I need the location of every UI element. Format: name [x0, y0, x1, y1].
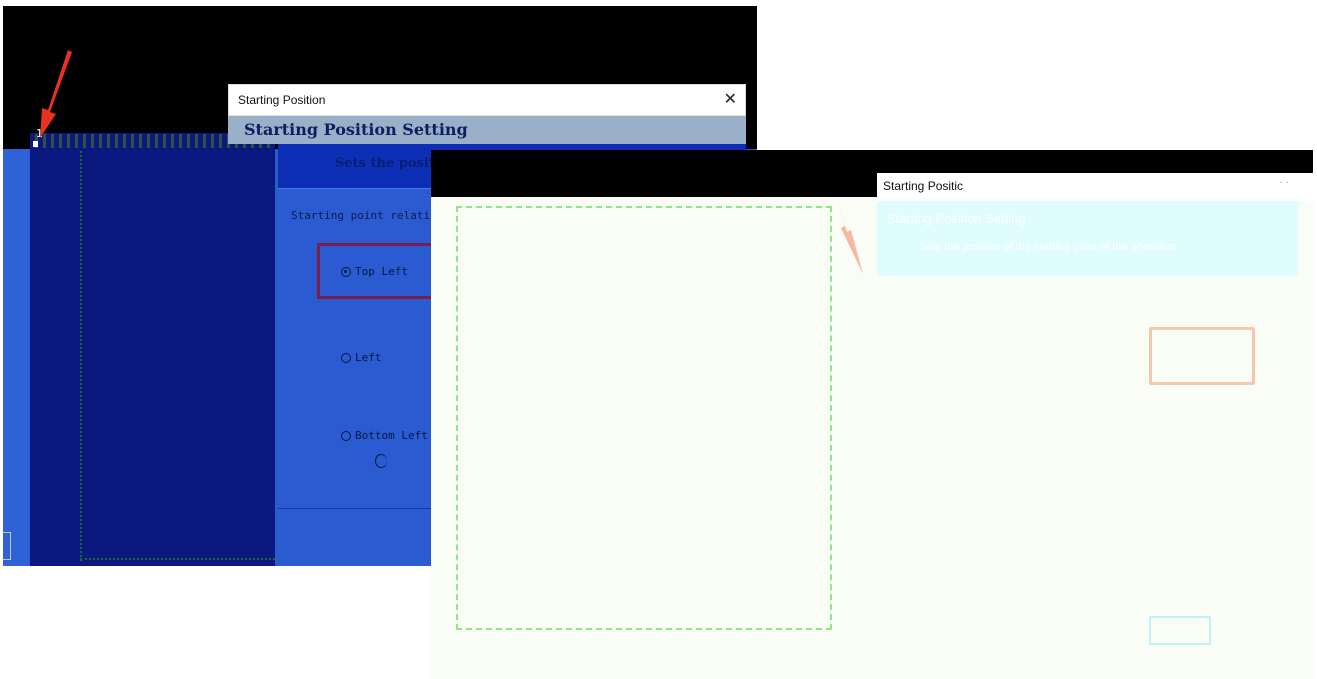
dialog-title: Starting Position — [238, 93, 326, 107]
option-label: Left — [355, 351, 382, 364]
dialog-title: Starting Positic — [883, 179, 964, 193]
close-icon[interactable]: · · — [1280, 177, 1289, 188]
dialog-header: Starting Position Setting Sets the posit… — [877, 201, 1298, 276]
dialog-header: Starting Position Setting — [228, 116, 746, 144]
orange-arrow-annotation — [837, 198, 863, 274]
panel-control[interactable] — [3, 532, 11, 560]
canvas-vertical-guide — [80, 151, 82, 561]
dialog-titlebar: Starting Positic · · — [877, 173, 1313, 201]
dialog-button[interactable] — [1149, 616, 1211, 645]
design-canvas-outline[interactable] — [456, 206, 832, 630]
option-bottom-left[interactable]: Bottom Left — [341, 429, 428, 442]
close-icon[interactable]: ✕ — [724, 89, 737, 109]
partial-radio-icon[interactable] — [375, 454, 387, 468]
option-left[interactable]: Left — [341, 351, 382, 364]
origin-marker[interactable] — [33, 141, 38, 147]
radio-selected-icon[interactable] — [341, 266, 351, 277]
option-top-left[interactable]: Top Left — [341, 265, 408, 278]
light-screenshot: Starting Positic · · Starting Position S… — [431, 150, 1313, 679]
radio-icon[interactable] — [341, 430, 351, 441]
left-panel — [3, 149, 29, 566]
option-label: Top Left — [355, 265, 408, 278]
option-label: Bottom Left — [355, 429, 428, 442]
starting-position-dialog-faded: Starting Positic · · Starting Position S… — [877, 173, 1313, 679]
dialog-heading: Starting Position Setting — [244, 120, 468, 139]
dialog-titlebar: Starting Position ✕ — [228, 84, 746, 116]
dialog-heading: Starting Position Setting — [887, 211, 1026, 226]
red-arrow-annotation — [40, 50, 72, 138]
radio-icon[interactable] — [341, 352, 351, 363]
selected-option-highlight — [1149, 327, 1255, 385]
dialog-subheading: Sets the position of the starting point … — [919, 241, 1177, 253]
